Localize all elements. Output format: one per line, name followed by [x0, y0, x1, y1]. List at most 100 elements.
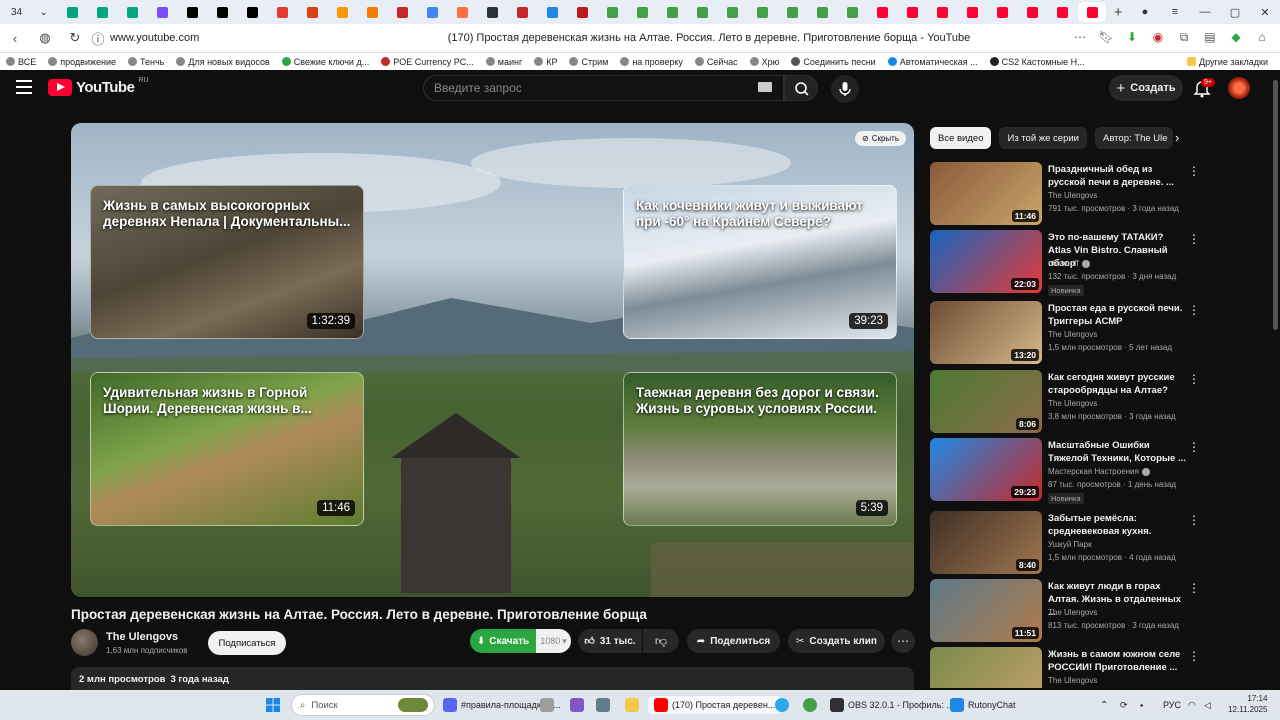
reload-icon[interactable]: ↻ [60, 30, 90, 46]
end-card-video[interactable]: Как кочевники живут и выживают при -60° … [623, 185, 897, 339]
related-video-item[interactable]: 11:51 Как живут люди в горах Алтая. Жизнь… [930, 579, 1260, 643]
folder-icon[interactable] [625, 696, 639, 714]
related-video-title[interactable]: Жизнь в самом южном селе РОССИИ! Пригото… [1048, 648, 1188, 674]
search-button[interactable] [784, 75, 818, 101]
browser-tab[interactable] [748, 2, 776, 22]
browser-tab[interactable] [58, 2, 86, 22]
wifi-icon[interactable]: ◠ [1188, 696, 1196, 714]
app-icon[interactable] [540, 696, 554, 714]
more-vert-icon[interactable]: ⋮ [1188, 164, 1200, 178]
taskbar-app[interactable]: (170) Простая деревен... [648, 696, 782, 714]
close-icon[interactable]: ✕ [1250, 6, 1280, 19]
bookmark-item[interactable]: Сейчас [689, 57, 744, 67]
video-thumbnail[interactable] [930, 647, 1042, 688]
browser-tab[interactable] [628, 2, 656, 22]
bookmark-item[interactable]: Соединить песни [785, 57, 881, 67]
taskbar-app[interactable]: OBS 32.0.1 - Профиль: ... [830, 696, 954, 714]
like-button[interactable]: 👍︎ 31 тыс. [578, 629, 642, 653]
browser-tab[interactable] [598, 2, 626, 22]
related-video-channel[interactable]: The Ulengovs [1048, 191, 1097, 200]
filter-chip[interactable]: Автор: The Ule [1095, 127, 1173, 149]
profile-icon[interactable]: ● [1130, 6, 1160, 19]
browser-tab[interactable] [958, 2, 986, 22]
end-card-video[interactable]: Удивительная жизнь в Горной Шории. Дерев… [90, 372, 364, 526]
more-vert-icon[interactable]: ⋮ [1188, 581, 1200, 595]
browser-tab[interactable] [448, 2, 476, 22]
browser-tab[interactable] [88, 2, 116, 22]
bookmark-item[interactable]: Автоматическая ... [882, 57, 984, 67]
tab-counter[interactable]: 34 [4, 2, 29, 22]
scrollbar[interactable] [1272, 70, 1280, 690]
language-indicator[interactable]: РУС [1163, 696, 1181, 714]
related-video-title[interactable]: Масштабные Ошибки Тяжелой Техники, Котор… [1048, 439, 1188, 465]
video-thumbnail[interactable]: 13:20 [930, 301, 1042, 364]
browser-tab[interactable] [928, 2, 956, 22]
bookmark-item[interactable]: Тенчь [122, 57, 170, 67]
more-vert-icon[interactable]: ⋮ [1188, 440, 1200, 454]
pen-app-icon[interactable] [570, 696, 584, 714]
filter-chip[interactable]: Все видео [930, 127, 992, 149]
video-thumbnail[interactable]: 8:40 [930, 511, 1042, 574]
related-video-channel[interactable]: The Ulengovs [1048, 330, 1097, 339]
browser-tab[interactable] [118, 2, 146, 22]
more-vert-icon[interactable]: ⋮ [1188, 649, 1200, 663]
end-card-video[interactable]: Таежная деревня без дорог и связи. Жизнь… [623, 372, 897, 526]
browser-tab[interactable] [418, 2, 446, 22]
site-info-icon[interactable]: ⓘ [90, 29, 106, 48]
chevron-right-icon[interactable]: › [1175, 130, 1179, 145]
browser-tab[interactable] [868, 2, 896, 22]
bookmark-item[interactable]: маинг [480, 57, 528, 67]
new-tab-button[interactable]: + [1108, 4, 1128, 21]
browser-tab[interactable] [898, 2, 926, 22]
related-video-title[interactable]: Праздничный обед из русской печи в дерев… [1048, 163, 1188, 189]
share-button[interactable]: ➦ Поделиться [687, 629, 780, 653]
browser-tab[interactable] [268, 2, 296, 22]
browser-tab[interactable] [778, 2, 806, 22]
related-video-channel[interactable]: Мастерская Настроения [1048, 467, 1150, 476]
video-player[interactable]: ⊘ Скрыть Жизнь в самых высокогорных дерев… [71, 123, 914, 597]
bookmark-item[interactable]: CS2 Кастомные Н... [984, 57, 1091, 67]
menu-icon[interactable]: ≡ [1160, 6, 1190, 19]
quality-select[interactable]: 1080 ▾ [536, 629, 571, 653]
browser-tab[interactable] [178, 2, 206, 22]
browser-tab[interactable] [808, 2, 836, 22]
tray-chevron-icon[interactable]: ⌃ [1100, 696, 1108, 714]
browser-tab[interactable] [688, 2, 716, 22]
video-thumbnail[interactable]: 22:03 [930, 230, 1042, 293]
browser-tab[interactable] [538, 2, 566, 22]
clip-button[interactable]: ✂ Создать клип [788, 629, 885, 653]
tray-icon[interactable]: ⟳ [1120, 696, 1128, 714]
more-vert-icon[interactable]: ⋮ [1188, 303, 1200, 317]
related-video-channel[interactable]: The Ulengovs [1048, 608, 1097, 617]
browser-tab[interactable] [1018, 2, 1046, 22]
bookmark-item[interactable]: ВСЕ [0, 57, 42, 67]
taskbar-app[interactable]: RutonyChat [950, 696, 1016, 714]
browser-tab[interactable] [298, 2, 326, 22]
dislike-button[interactable]: 👎︎ [643, 629, 679, 653]
browser-tab[interactable] [328, 2, 356, 22]
maximize-icon[interactable]: ▢ [1220, 6, 1250, 19]
related-video-item[interactable]: 22:03 Это по-вашему ТАТАКИ? Atlas Vin Bis… [930, 230, 1260, 296]
subscribe-button[interactable]: Подписаться [208, 631, 286, 655]
create-button[interactable]: + Создать [1109, 75, 1183, 101]
bookmark-item[interactable]: КР [528, 57, 563, 67]
browser-tab[interactable] [208, 2, 236, 22]
browser-tab[interactable] [358, 2, 386, 22]
filter-chip[interactable]: Из той же серии [999, 127, 1087, 149]
related-video-channel[interactable]: The Ulengovs [1048, 399, 1097, 408]
browser-tab[interactable] [508, 2, 536, 22]
video-thumbnail[interactable]: 11:46 [930, 162, 1042, 225]
youtube-logo[interactable]: YouTube RU [48, 77, 149, 96]
taskbar-search-input[interactable]: ⌕ Поиск [291, 694, 435, 716]
related-video-title[interactable]: Простая еда в русской печи. Триггеры АСМ… [1048, 302, 1188, 328]
minimize-icon[interactable]: — [1190, 6, 1220, 19]
user-avatar[interactable] [1228, 77, 1250, 99]
related-video-channel[interactable]: Ушкуй Парк [1048, 540, 1092, 549]
video-thumbnail[interactable]: 29:23 [930, 438, 1042, 501]
video-thumbnail[interactable]: 8:06 [930, 370, 1042, 433]
windows-start-icon[interactable] [266, 696, 280, 714]
bookmark-item[interactable]: Свежие ключи д... [276, 57, 375, 67]
scrollbar-thumb[interactable] [1273, 80, 1278, 330]
app-icon-2[interactable] [596, 696, 610, 714]
tab-list-chevron-icon[interactable]: ⌄ [31, 2, 56, 22]
